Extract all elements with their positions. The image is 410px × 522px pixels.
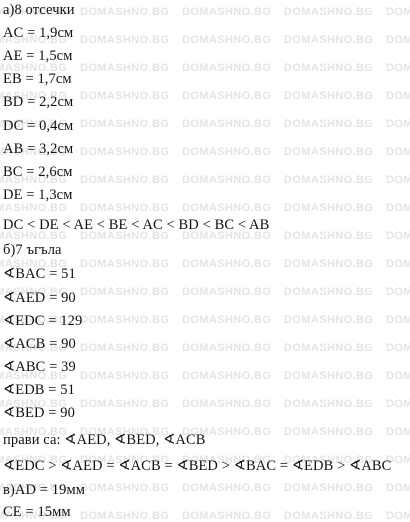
- right-angles-line: прави са: ∢AED, ∢BED, ∢ACB: [3, 432, 206, 448]
- segment-line: EB = 1,7см: [3, 71, 72, 87]
- segment-line: BC = 2,6см: [3, 164, 73, 180]
- solution-page: DOMASHNO.BGDOMASHNO.BGDOMASHNO.BGDOMASHN…: [0, 0, 410, 522]
- angle-line: ∢ACB = 90: [3, 336, 76, 352]
- segment-line: AE = 1,5см: [3, 48, 73, 64]
- segment-line: DE = 1,3см: [3, 187, 73, 203]
- angle-line: ∢BAC = 51: [3, 266, 76, 282]
- section-c-line: CE = 15мм: [3, 504, 71, 520]
- angle-line: ∢ABC = 39: [3, 359, 76, 375]
- angle-line: ∢BED = 90: [3, 405, 75, 421]
- segment-line: DC = 0,4см: [3, 118, 74, 134]
- section-b-heading: б)7 ъгъла: [3, 242, 62, 258]
- angle-line: ∢AED = 90: [3, 290, 76, 306]
- section-a-heading: а)8 отсечки: [3, 2, 75, 18]
- segment-line: AC = 1,9см: [3, 25, 74, 41]
- angle-line: ∢EDC = 129: [3, 313, 83, 329]
- section-c-line: в)AD = 19мм: [3, 482, 85, 498]
- angle-order-line: ∢EDC > ∢AED = ∢ACB = ∢BED > ∢BAC = ∢EDB …: [3, 458, 392, 474]
- segment-line: AB = 3,2см: [3, 141, 74, 157]
- angle-line: ∢EDB = 51: [3, 382, 75, 398]
- segment-line: BD = 2,2см: [3, 94, 74, 110]
- solution-text: а)8 отсечки AC = 1,9см AE = 1,5см EB = 1…: [3, 0, 410, 522]
- segment-order-line: DC < DE < AE < BE < AC < BD < BC < AB: [3, 217, 270, 233]
